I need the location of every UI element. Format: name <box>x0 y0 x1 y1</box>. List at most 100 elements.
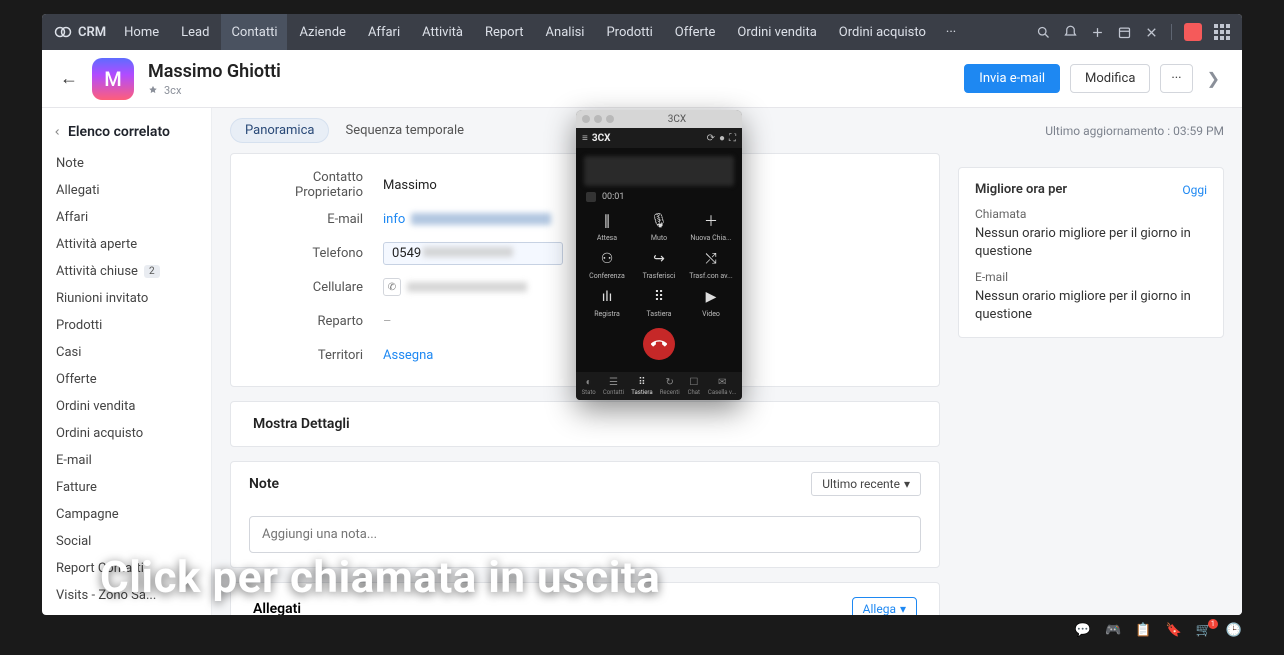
back-button[interactable]: ← <box>60 68 78 89</box>
nav-ordini-vendita[interactable]: Ordini vendita <box>727 14 826 50</box>
dialer-window[interactable]: 3CX ≡ 3CX ⟳ ● ⛶ 00:01 ∥Attesa 🎙Muto ＋Nuo… <box>576 110 742 400</box>
sidebar-item-products[interactable]: Prodotti <box>52 312 211 339</box>
dialer-nav-status[interactable]: ◐Stato <box>582 376 596 396</box>
dialer-titlebar[interactable]: 3CX <box>576 110 742 128</box>
tray-chat-icon[interactable]: 💬 <box>1075 623 1091 638</box>
sidebar-item-sales-orders[interactable]: Ordini vendita <box>52 393 211 420</box>
dialer-expand-icon[interactable]: ⛶ <box>729 133 736 144</box>
tray-clock-icon[interactable]: 🕒 <box>1226 623 1242 638</box>
dialer-nav-voicemail[interactable]: ✉Casella v... <box>708 376 736 396</box>
dialer-keypad-button[interactable]: ⠿Tastiera <box>636 286 682 318</box>
tray-game-icon[interactable]: 🎮 <box>1105 623 1121 638</box>
sidebar-item-cases[interactable]: Casi <box>52 339 211 366</box>
more-actions-button[interactable]: ··· <box>1160 64 1192 93</box>
sidebar-item-note[interactable]: Note <box>52 150 211 177</box>
sidebar-item-meetings[interactable]: Riunioni invitato <box>52 285 211 312</box>
dialer-newcall-button[interactable]: ＋Nuova Chia... <box>688 210 734 242</box>
tools-icon[interactable] <box>1144 25 1159 40</box>
tray-bookmark-icon[interactable]: 🔖 <box>1165 623 1181 638</box>
sidebar-item-social[interactable]: Social <box>52 528 211 555</box>
last-update: Ultimo aggiornamento : 03:59 PM <box>1045 124 1224 138</box>
nav-more[interactable]: ··· <box>938 25 964 40</box>
dialer-nav-contacts[interactable]: ☰Contatti <box>603 376 624 396</box>
sidebar-item-invoices[interactable]: Fatture <box>52 474 211 501</box>
send-email-button[interactable]: Invia e-mail <box>964 64 1060 93</box>
user-avatar[interactable] <box>1184 23 1202 41</box>
nav-offerte[interactable]: Offerte <box>665 14 726 50</box>
tab-overview[interactable]: Panoramica <box>230 118 329 143</box>
nav-prodotti[interactable]: Prodotti <box>596 14 662 50</box>
dialer-conference-button[interactable]: ⚇Conferenza <box>584 248 630 280</box>
brand: CRM <box>54 23 106 41</box>
details-section[interactable]: Mostra Dettagli <box>230 401 940 447</box>
nav-report[interactable]: Report <box>475 14 534 50</box>
dialer-nav-recents[interactable]: ↻Recenti <box>660 376 680 396</box>
attach-button[interactable]: Allega ▾ <box>852 597 917 615</box>
dialer-nav-chat[interactable]: ☐Chat <box>687 376 701 396</box>
sidebar-item-email[interactable]: E-mail <box>52 447 211 474</box>
bell-icon[interactable] <box>1063 25 1078 40</box>
dialer-video-button[interactable]: ▶Video <box>688 286 734 318</box>
dialer-mute-button[interactable]: 🎙Muto <box>636 210 682 242</box>
sidebar-item-purchase-orders[interactable]: Ordini acquisto <box>52 420 211 447</box>
owner-label: Contatto Proprietario <box>253 170 383 200</box>
next-record-button[interactable]: ❯ <box>1203 65 1224 92</box>
hangup-icon <box>651 336 667 352</box>
sidebar-title: Elenco correlato <box>52 118 211 150</box>
sidebar-item-affari[interactable]: Affari <box>52 204 211 231</box>
plus-icon[interactable] <box>1090 25 1105 40</box>
close-dot[interactable] <box>582 115 590 123</box>
collapse-icon[interactable] <box>52 126 64 138</box>
hamburger-icon[interactable]: ≡ <box>582 133 588 144</box>
nav-analisi[interactable]: Analisi <box>536 14 595 50</box>
dialer-status-icon[interactable]: ● <box>719 133 725 144</box>
best-time-title: Migliore ora per <box>975 182 1067 197</box>
tab-timeline[interactable]: Sequenza temporale <box>345 123 464 138</box>
nav-home[interactable]: Home <box>114 14 169 50</box>
tray-cart-icon[interactable]: 🛒1 <box>1196 623 1212 638</box>
dialer-attended-transfer-button[interactable]: ⤭Trasf.con av... <box>688 248 734 280</box>
nav-aziende[interactable]: Aziende <box>289 14 355 50</box>
sidebar-item-closed-activities[interactable]: Attività chiuse2 <box>52 258 211 285</box>
email-label: E-mail <box>253 212 383 227</box>
nav-ordini-acquisto[interactable]: Ordini acquisto <box>829 14 936 50</box>
attachments-section: Allegati Allega ▾ Nessun allegato <box>230 582 940 615</box>
tray-clipboard-icon[interactable]: 📋 <box>1135 623 1151 638</box>
email-value[interactable]: info <box>383 212 551 227</box>
brand-logo-icon <box>54 23 72 41</box>
dialer-hold-button[interactable]: ∥Attesa <box>584 210 630 242</box>
sidebar-item-visits[interactable]: Visits - Zoho Sa... <box>52 582 211 609</box>
sidebar-item-contact-reports[interactable]: Report Contatti <box>52 555 211 582</box>
dialer-refresh-icon[interactable]: ⟳ <box>707 133 715 144</box>
mobile-value[interactable]: ✆ <box>383 278 527 296</box>
nav-contatti[interactable]: Contatti <box>221 14 287 50</box>
plus-icon: ＋ <box>700 210 722 232</box>
dialer-transfer-button[interactable]: ↪Trasferisci <box>636 248 682 280</box>
min-dot[interactable] <box>594 115 602 123</box>
territory-label: Territori <box>253 348 383 363</box>
nav-attivita[interactable]: Attività <box>412 14 473 50</box>
dialer-record-button[interactable]: ılıRegistra <box>584 286 630 318</box>
notes-sort-dropdown[interactable]: Ultimo recente ▾ <box>811 472 921 496</box>
max-dot[interactable] <box>606 115 614 123</box>
calendar-icon[interactable] <box>1117 25 1132 40</box>
video-icon: ▶ <box>700 286 722 308</box>
hangup-button[interactable] <box>643 328 675 360</box>
chevron-down-icon: ▾ <box>900 602 906 615</box>
today-link[interactable]: Oggi <box>1182 183 1207 197</box>
sidebar-item-open-activities[interactable]: Attività aperte <box>52 231 211 258</box>
phone-value[interactable]: 0549 <box>383 242 563 265</box>
keypad-nav-icon: ⠿ <box>635 376 649 388</box>
search-icon[interactable] <box>1036 25 1051 40</box>
edit-button[interactable]: Modifica <box>1070 64 1150 93</box>
territory-assign[interactable]: Assegna <box>383 348 433 363</box>
sidebar-item-quotes[interactable]: Offerte <box>52 366 211 393</box>
add-note-input[interactable] <box>249 516 921 553</box>
nav-affari[interactable]: Affari <box>358 14 410 50</box>
sidebar-item-projects[interactable]: Zoho Projects <box>52 609 211 615</box>
sidebar-item-allegati[interactable]: Allegati <box>52 177 211 204</box>
nav-lead[interactable]: Lead <box>171 14 219 50</box>
sidebar-item-campaigns[interactable]: Campagne <box>52 501 211 528</box>
apps-grid-icon[interactable] <box>1214 24 1230 40</box>
dialer-nav-keypad[interactable]: ⠿Tastiera <box>631 376 652 396</box>
